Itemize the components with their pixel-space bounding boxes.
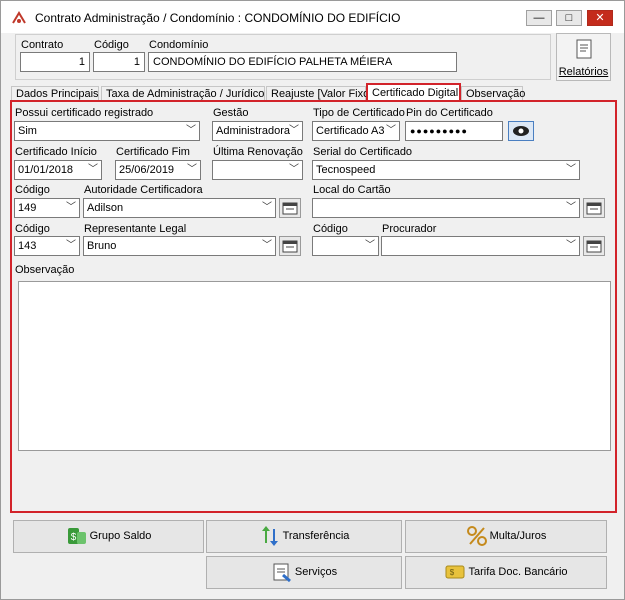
contrato-label: Contrato xyxy=(21,39,64,51)
chevron-down-icon: ﹀ xyxy=(289,125,299,136)
multa-juros-label: Multa/Juros xyxy=(489,530,547,542)
representante-select[interactable]: Bruno ﹀ xyxy=(83,236,276,256)
possui-select[interactable]: Sim ﹀ xyxy=(14,121,200,141)
possui-value: Sim xyxy=(18,125,37,137)
possui-label: Possui certificado registrado xyxy=(15,107,154,119)
local-label: Local do Cartão xyxy=(313,184,391,196)
tipo-value: Certificado A3 xyxy=(316,125,385,137)
codigo3-label: Código xyxy=(313,223,348,235)
inicio-value: 01/01/2018 xyxy=(18,164,74,176)
representante-value: Bruno xyxy=(87,240,117,252)
codigo2-label: Código xyxy=(15,223,50,235)
window-title: Contrato Administração / Condomínio : CO… xyxy=(35,11,401,25)
servicos-button[interactable]: Serviços xyxy=(206,556,402,589)
codigo2-value: 143 xyxy=(18,240,37,252)
procurador-label: Procurador xyxy=(382,223,437,235)
codigo-label: Código xyxy=(94,39,129,51)
serial-select[interactable]: Tecnospeed ﹀ xyxy=(312,160,580,180)
app-icon xyxy=(12,11,26,24)
autoridade-lookup-button[interactable] xyxy=(279,198,301,218)
autoridade-label: Autoridade Certificadora xyxy=(84,184,203,196)
servicos-label: Serviços xyxy=(294,566,338,578)
representante-label: Representante Legal xyxy=(84,223,187,235)
services-icon xyxy=(273,563,291,583)
codigo2-select[interactable]: 143 ﹀ xyxy=(14,236,80,256)
percent-icon xyxy=(466,526,487,547)
chevron-down-icon: ﹀ xyxy=(187,164,197,175)
multa-juros-button[interactable]: Multa/Juros xyxy=(405,520,607,553)
chevron-down-icon: ﹀ xyxy=(365,240,375,251)
codigo1-value: 149 xyxy=(18,202,37,214)
transfer-arrows-icon xyxy=(261,526,278,547)
serial-label: Serial do Certificado xyxy=(313,146,413,158)
chevron-down-icon: ﹀ xyxy=(566,164,576,175)
chevron-down-icon: ﹀ xyxy=(262,202,272,213)
gestao-value: Administradora xyxy=(216,125,290,137)
chevron-down-icon: ﹀ xyxy=(66,240,76,251)
codigo1-label: Código xyxy=(15,184,50,196)
pin-label: Pin do Certificado xyxy=(406,107,493,119)
close-button[interactable]: ✕ xyxy=(587,10,613,26)
show-pin-button[interactable] xyxy=(508,121,534,141)
condominio-label: Condomínio xyxy=(149,39,209,51)
codigo1-select[interactable]: 149 ﹀ xyxy=(14,198,80,218)
serial-value: Tecnospeed xyxy=(316,164,376,176)
fim-value: 25/06/2019 xyxy=(119,164,175,176)
lookup-icon xyxy=(282,240,298,253)
grupo-saldo-button[interactable]: $ Grupo Saldo xyxy=(13,520,204,553)
chevron-down-icon: ﹀ xyxy=(262,240,272,251)
local-select[interactable]: ﹀ xyxy=(312,198,580,218)
eye-icon xyxy=(513,126,529,136)
bank-slip-icon: $ xyxy=(445,565,465,579)
observacao-textarea[interactable] xyxy=(18,281,611,451)
transferencia-button[interactable]: Transferência xyxy=(206,520,402,553)
procurador-lookup-button[interactable] xyxy=(583,236,605,256)
gestao-select[interactable]: Administradora ﹀ xyxy=(212,121,303,141)
local-lookup-button[interactable] xyxy=(583,198,605,218)
representante-lookup-button[interactable] xyxy=(279,236,301,256)
fim-label: Certificado Fim xyxy=(116,146,190,158)
autoridade-value: Adilson xyxy=(87,202,124,214)
maximize-button[interactable]: □ xyxy=(556,10,582,26)
tipo-label: Tipo de Certificado xyxy=(313,107,405,119)
title-bar: Contrato Administração / Condomínio : CO… xyxy=(1,1,624,33)
main-window: Contrato Administração / Condomínio : CO… xyxy=(0,0,625,600)
chevron-down-icon: ﹀ xyxy=(186,125,196,136)
minimize-button[interactable]: — xyxy=(526,10,552,26)
tipo-select[interactable]: Certificado A3 ﹀ xyxy=(312,121,400,141)
autoridade-select[interactable]: Adilson ﹀ xyxy=(83,198,276,218)
renovacao-date[interactable]: ﹀ xyxy=(212,160,303,180)
lookup-icon xyxy=(282,202,298,215)
codigo-field[interactable]: 1 xyxy=(93,52,145,72)
gestao-label: Gestão xyxy=(213,107,249,119)
chevron-down-icon: ﹀ xyxy=(566,240,576,251)
observacao-label: Observação xyxy=(15,264,75,276)
tarifa-label: Tarifa Doc. Bancário xyxy=(468,566,568,578)
renovacao-label: Última Renovação xyxy=(213,146,303,158)
chevron-down-icon: ﹀ xyxy=(386,125,396,136)
chevron-down-icon: ﹀ xyxy=(289,164,299,175)
chevron-down-icon: ﹀ xyxy=(66,202,76,213)
grupo-saldo-label: Grupo Saldo xyxy=(89,530,152,542)
relatorios-label: Relatórios xyxy=(558,66,609,78)
chevron-down-icon: ﹀ xyxy=(88,164,98,175)
condominio-field[interactable]: CONDOMÍNIO DO EDIFÍCIO PALHETA MÉIERA xyxy=(148,52,457,72)
tarifa-button[interactable]: $ Tarifa Doc. Bancário xyxy=(405,556,607,589)
relatorios-button[interactable]: Relatórios xyxy=(556,33,611,81)
pin-field[interactable]: ●●●●●●●●● xyxy=(405,121,503,141)
lookup-icon xyxy=(586,202,602,215)
fim-date[interactable]: 25/06/2019 ﹀ xyxy=(115,160,201,180)
report-icon xyxy=(576,39,592,59)
contrato-field[interactable]: 1 xyxy=(20,52,90,72)
codigo3-select[interactable]: ﹀ xyxy=(312,236,379,256)
money-icon: $ xyxy=(67,528,86,545)
procurador-select[interactable]: ﹀ xyxy=(381,236,580,256)
lookup-icon xyxy=(586,240,602,253)
svg-text:$: $ xyxy=(70,532,76,543)
chevron-down-icon: ﹀ xyxy=(566,202,576,213)
inicio-label: Certificado Início xyxy=(15,146,97,158)
inicio-date[interactable]: 01/01/2018 ﹀ xyxy=(14,160,102,180)
transferencia-label: Transferência xyxy=(282,530,350,542)
svg-text:$: $ xyxy=(450,568,455,577)
